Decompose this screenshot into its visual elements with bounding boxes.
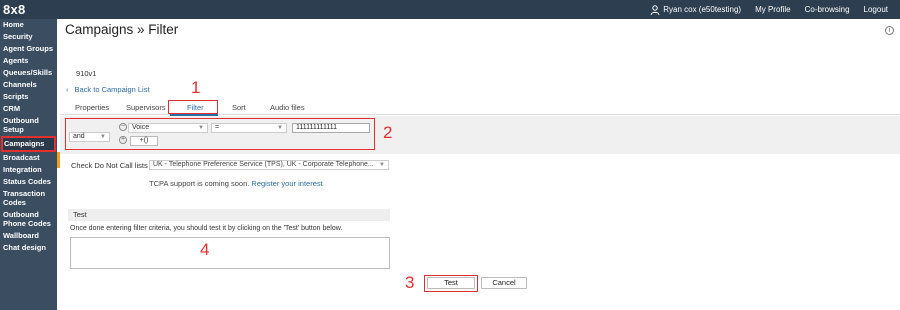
sidebar-item-crm[interactable]: CRM [0, 103, 57, 115]
sidebar-item-integration[interactable]: Integration [0, 164, 57, 176]
register-interest-link[interactable]: Register your interest [251, 179, 322, 188]
sidebar-item-status-codes[interactable]: Status Codes [0, 176, 57, 188]
chevron-down-icon: ▼ [379, 162, 385, 168]
back-to-campaign-list-link[interactable]: ‹ Back to Campaign List [66, 85, 150, 94]
annotation-3: 3 [405, 273, 415, 292]
highlight-filter-tab [168, 100, 218, 114]
field-select[interactable]: Voice ▼ [128, 123, 208, 133]
operator-value: = [215, 124, 220, 131]
user-icon [650, 4, 660, 15]
chevron-down-icon: ▼ [277, 125, 283, 131]
conjunction-select[interactable]: and ▼ [69, 132, 110, 142]
back-link-label: Back to Campaign List [74, 85, 150, 94]
filter-value-input[interactable]: 111111111111 [292, 123, 370, 133]
campaign-id: 910v1 [76, 69, 97, 78]
dnc-list-select[interactable]: UK - Telephone Preference Service (TPS),… [149, 160, 389, 170]
sidebar-item-chat-design[interactable]: Chat design [0, 242, 57, 254]
co-browsing-link[interactable]: Co-browsing [805, 5, 850, 14]
top-links: Ryan cox (e50testing) My Profile Co-brow… [636, 0, 888, 19]
info-icon[interactable]: i [885, 26, 894, 35]
my-profile-link[interactable]: My Profile [755, 5, 791, 14]
conjunction-value: and [73, 133, 85, 140]
sidebar-item-scripts[interactable]: Scripts [0, 91, 57, 103]
logout-link[interactable]: Logout [864, 5, 888, 14]
tab-sort[interactable]: Sort [232, 103, 246, 112]
test-panel-description: Once done entering filter criteria, you … [70, 225, 343, 232]
add-parentheses-button[interactable]: +() [130, 136, 158, 146]
annotation-4: 4 [200, 240, 210, 259]
sidebar-item-outbound-phone-codes[interactable]: Outbound Phone Codes [0, 209, 57, 230]
app-logo: 8x8 [3, 2, 26, 17]
test-button[interactable]: Test [427, 277, 475, 289]
page-title: Campaigns » Filter [65, 22, 179, 37]
operator-select[interactable]: = ▼ [211, 123, 287, 133]
annotation-1: 1 [191, 78, 201, 97]
dnc-selected-value: UK - Telephone Preference Service (TPS),… [153, 161, 374, 168]
chevron-down-icon: ▼ [198, 125, 204, 131]
chevron-left-icon: ‹ [66, 85, 69, 94]
tab-audio-files[interactable]: Audio files [270, 103, 305, 112]
sidebar-item-transaction-codes[interactable]: Transaction Codes [0, 188, 57, 209]
sidebar-item-agent-groups[interactable]: Agent Groups [0, 43, 57, 55]
annotation-2: 2 [383, 123, 393, 142]
tab-properties[interactable]: Properties [75, 103, 109, 112]
main-content: Campaigns » Filter i 910v1 ‹ Back to Camp… [60, 19, 900, 310]
top-bar: 8x8 Ryan cox (e50testing) My Profile Co-… [0, 0, 900, 19]
tab-supervisors[interactable]: Supervisors [126, 103, 166, 112]
title-bar: Campaigns » Filter i [60, 19, 900, 42]
sidebar-item-broadcast[interactable]: Broadcast [0, 152, 57, 164]
sidebar: Home Security Agent Groups Agents Queues… [0, 19, 57, 310]
sidebar-item-channels[interactable]: Channels [0, 79, 57, 91]
user-profile-link[interactable]: Ryan cox (e50testing) [650, 4, 742, 15]
tcpa-notice: TCPA support is coming soon. Register yo… [149, 179, 323, 188]
dnc-label: Check Do Not Call lists [71, 161, 148, 170]
sidebar-item-outbound-setup[interactable]: Outbound Setup [0, 115, 57, 136]
sidebar-item-queues-skills[interactable]: Queues/Skills [0, 67, 57, 79]
remove-condition-icon[interactable]: − [119, 123, 127, 131]
add-condition-icon[interactable]: + [119, 136, 127, 144]
chevron-down-icon: ▼ [100, 134, 106, 140]
user-name: Ryan cox (e50testing) [663, 5, 742, 14]
cancel-button[interactable]: Cancel [481, 277, 527, 289]
test-panel: Test Once done entering filter criteria,… [68, 209, 390, 269]
tcpa-text: TCPA support is coming soon. [149, 179, 250, 188]
test-panel-header: Test [68, 209, 390, 221]
sidebar-item-agents[interactable]: Agents [0, 55, 57, 67]
test-results-box [70, 237, 390, 269]
sidebar-item-wallboard[interactable]: Wallboard [0, 230, 57, 242]
field-value: Voice [132, 124, 150, 131]
sidebar-item-security[interactable]: Security [0, 31, 57, 43]
sidebar-item-home[interactable]: Home [0, 19, 57, 31]
sidebar-item-campaigns[interactable]: Campaigns [1, 136, 56, 152]
